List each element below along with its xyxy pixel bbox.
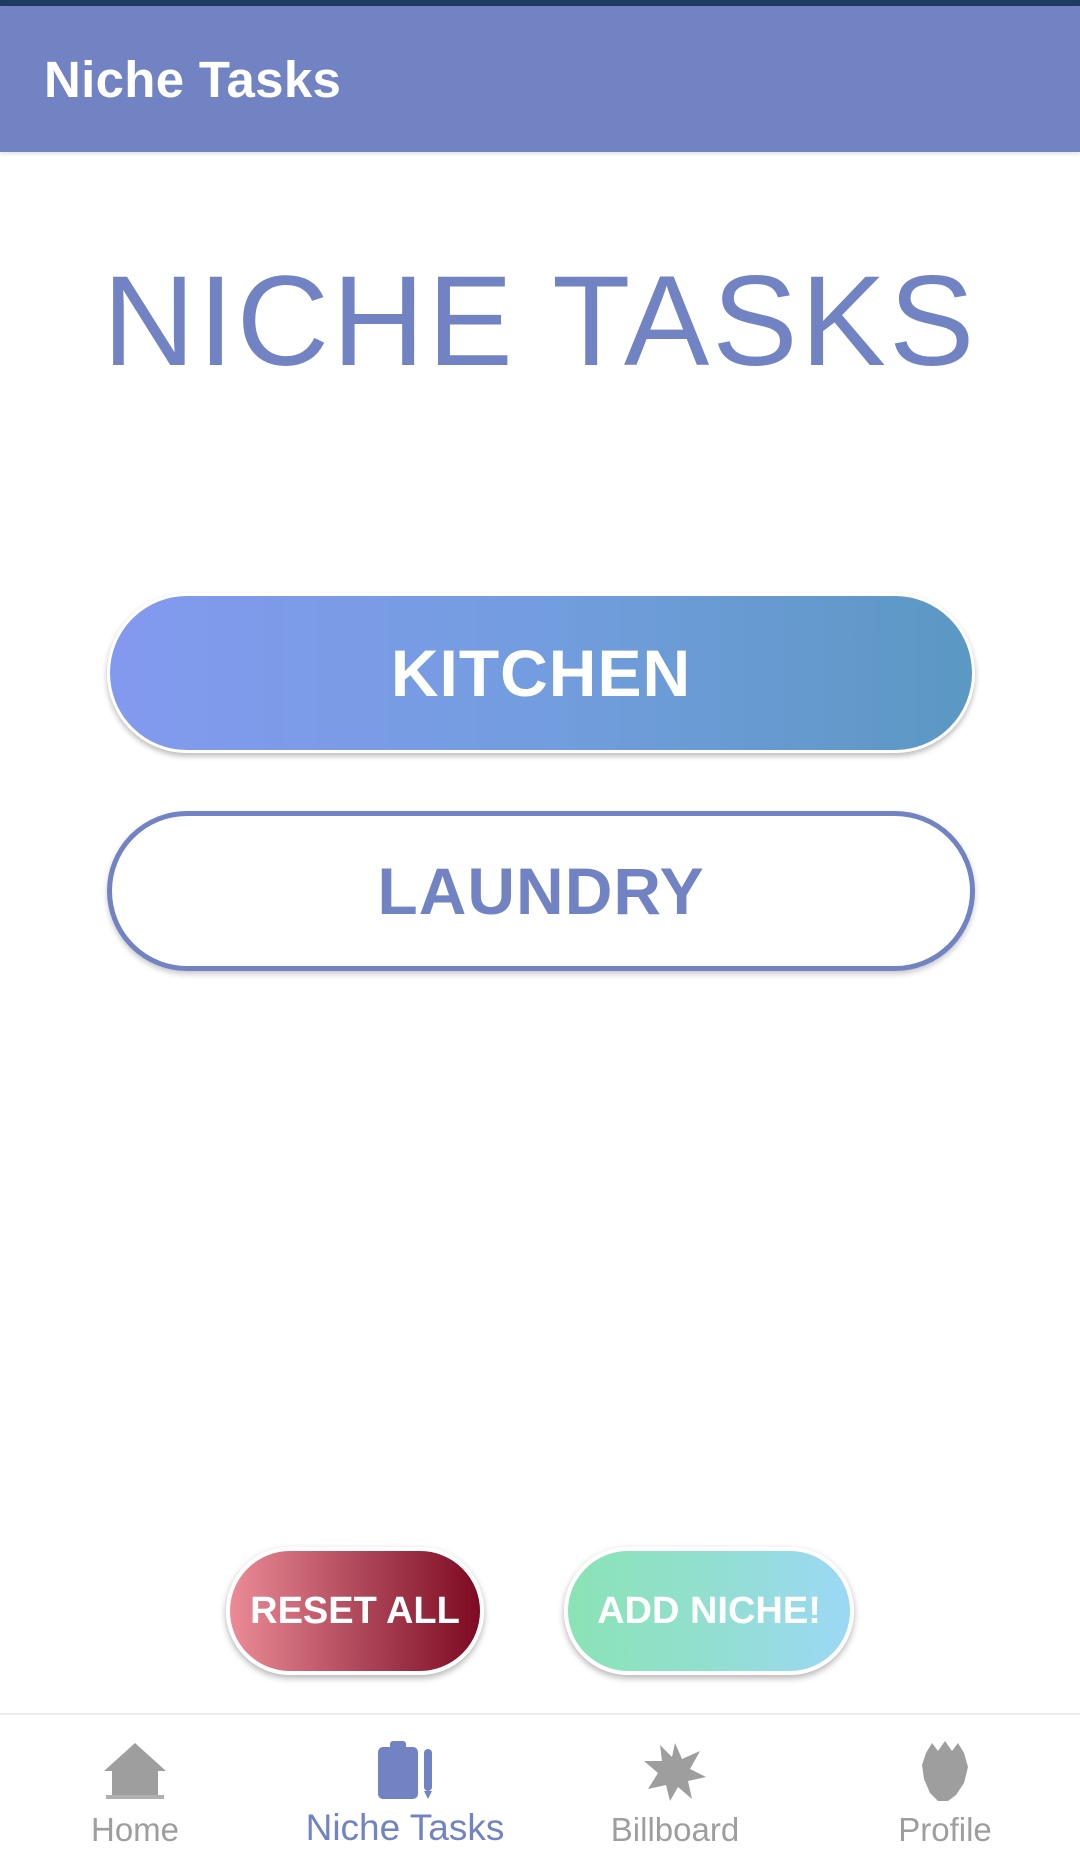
house-icon — [104, 1743, 166, 1799]
page-title: NICHE TASKS — [102, 250, 978, 393]
app-bar-title: Niche Tasks — [44, 51, 342, 108]
clipboard-pen-icon — [378, 1741, 432, 1799]
nav-item-niche-tasks[interactable]: Niche Tasks — [270, 1715, 540, 1864]
nav-label-profile: Profile — [898, 1811, 992, 1848]
app-bar: Niche Tasks — [0, 6, 1080, 152]
add-niche-button[interactable]: ADD NICHE! — [564, 1547, 854, 1675]
reset-all-button[interactable]: RESET ALL — [226, 1547, 484, 1675]
nav-label-home: Home — [90, 1811, 180, 1848]
nav-label-niche-tasks: Niche Tasks — [305, 1807, 505, 1848]
burst-star-icon — [644, 1743, 706, 1801]
nav-item-home[interactable]: Home — [0, 1715, 270, 1864]
niche-button-kitchen[interactable]: KITCHEN — [107, 593, 975, 753]
nav-item-profile[interactable]: Profile — [810, 1715, 1080, 1864]
bottom-nav: Home Niche Tasks Billboard Profile — [0, 1713, 1080, 1864]
head-silhouette-icon — [922, 1741, 968, 1801]
nav-label-billboard: Billboard — [610, 1811, 740, 1848]
niche-button-laundry[interactable]: LAUNDRY — [107, 811, 975, 971]
nav-item-billboard[interactable]: Billboard — [540, 1715, 810, 1864]
